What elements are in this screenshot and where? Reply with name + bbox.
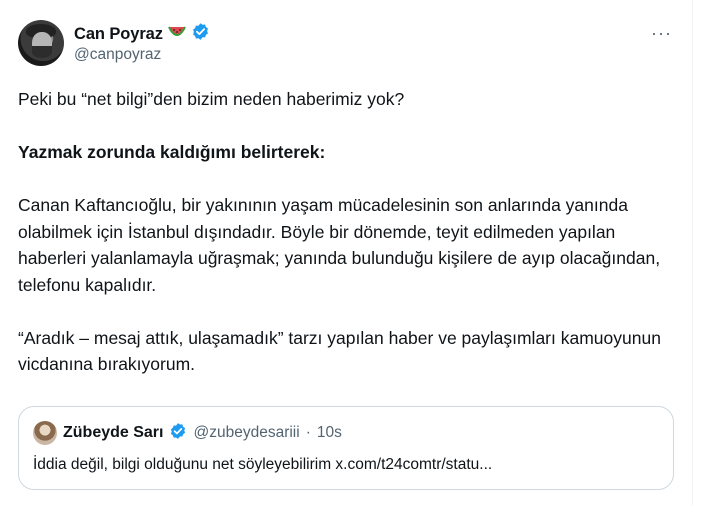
quoted-tweet-text: İddia değil, bilgi olduğunu net söyleyeb…: [33, 456, 493, 473]
avatar-beard: [32, 46, 52, 58]
author-name-line: Can Poyraz: [74, 22, 210, 46]
author-handle[interactable]: @canpoyraz: [74, 46, 161, 64]
author-name[interactable]: Can Poyraz: [74, 25, 163, 44]
quoted-author-avatar: [33, 421, 57, 445]
quoted-author-handle: @zubeydesariii: [193, 424, 300, 441]
more-options-icon[interactable]: ···: [651, 24, 672, 42]
watermelon-emoji: [167, 25, 186, 43]
quoted-tweet-header: Zübeyde Sarı @zubeydesariii · 10s: [33, 421, 342, 445]
quoted-separator: ·: [305, 424, 311, 441]
author-avatar[interactable]: [18, 20, 64, 66]
paragraph-closing: “Aradık – mesaj attık, ulaşamadık” tarzı…: [18, 327, 661, 375]
quoted-author-name: Zübeyde Sarı: [63, 424, 164, 441]
paragraph-statement: Canan Kaftancıoğlu, bir yakınının yaşam …: [18, 195, 661, 295]
tweet-text: Peki bu “net bilgi”den bizim neden haber…: [18, 86, 680, 378]
column-divider: [692, 0, 693, 505]
verified-badge-icon: [169, 422, 187, 445]
quoted-timestamp: 10s: [316, 424, 342, 441]
quoted-tweet[interactable]: Zübeyde Sarı @zubeydesariii · 10s İddia …: [18, 406, 674, 490]
tweet-header: Can Poyraz @canpoyraz ···: [18, 18, 672, 70]
tweet: Can Poyraz @canpoyraz ··· Peki bu “net b…: [0, 0, 692, 505]
paragraph-heading: Yazmak zorunda kaldığımı belirterek:: [18, 142, 326, 162]
verified-badge-icon[interactable]: [191, 22, 210, 46]
paragraph-question: Peki bu “net bilgi”den bizim neden haber…: [18, 89, 405, 109]
